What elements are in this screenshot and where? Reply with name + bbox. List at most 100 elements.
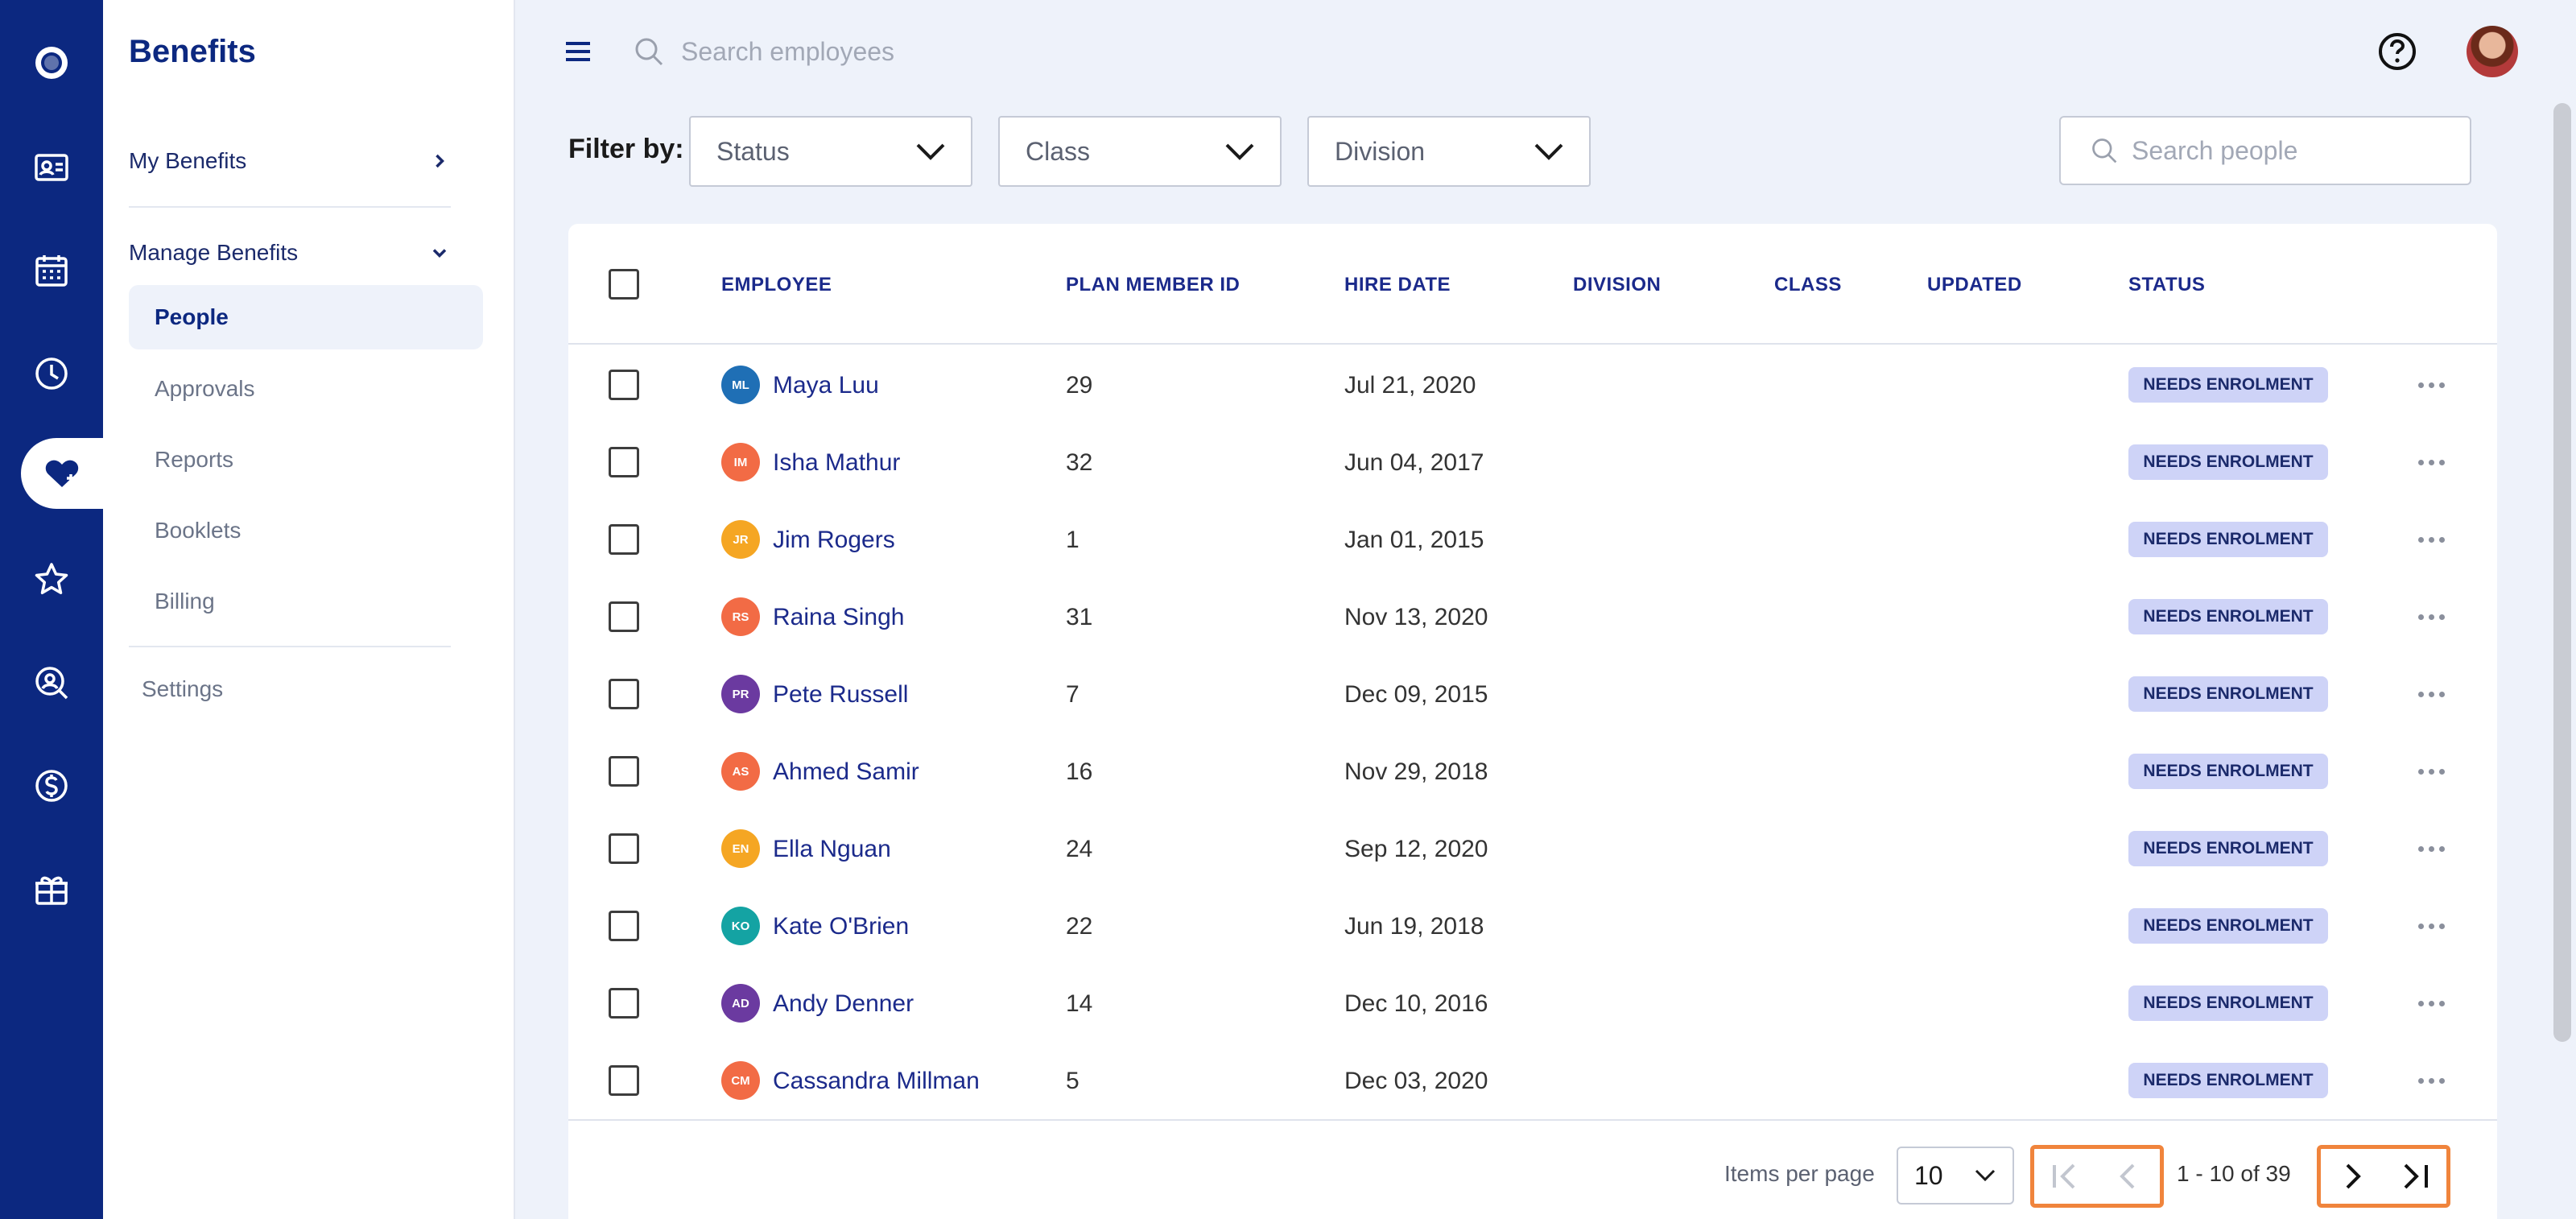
previous-page-button[interactable] — [2106, 1154, 2151, 1199]
sidebar-item-settings[interactable]: Settings — [142, 676, 223, 702]
hire-date: Nov 29, 2018 — [1344, 758, 1488, 785]
plan-member-id: 32 — [1066, 449, 1093, 476]
employee-name-link[interactable]: Andy Denner — [773, 990, 914, 1018]
employee-name-link[interactable]: Ahmed Samir — [773, 758, 919, 786]
table-row[interactable]: KO Kate O'Brien 22 Jun 19, 2018 NEEDS ENROLM… — [568, 887, 2497, 965]
more-options-icon[interactable] — [2409, 680, 2454, 709]
sidebar-item-booklets[interactable]: Booklets — [129, 498, 483, 563]
items-per-page-select[interactable]: 10 — [1897, 1147, 2014, 1205]
more-options-icon[interactable] — [2409, 448, 2454, 477]
items-per-page-label: Items per page — [1724, 1161, 1875, 1186]
more-options-icon[interactable] — [2409, 525, 2454, 554]
employee-name-link[interactable]: Kate O'Brien — [773, 913, 909, 940]
first-page-button[interactable] — [2043, 1154, 2088, 1199]
employee-avatar: KO — [721, 907, 760, 945]
last-page-button[interactable] — [2392, 1154, 2438, 1199]
gift-box-icon[interactable] — [0, 850, 103, 928]
more-options-icon[interactable] — [2409, 1066, 2454, 1095]
column-header-hire-date[interactable]: HIRE DATE — [1344, 274, 1451, 296]
row-checkbox[interactable] — [609, 447, 639, 477]
sidebar-my-benefits[interactable]: My Benefits — [129, 137, 451, 185]
more-options-icon[interactable] — [2409, 602, 2454, 631]
plan-member-id: 29 — [1066, 372, 1093, 399]
row-checkbox[interactable] — [609, 679, 639, 709]
sidebar-item-people[interactable]: People — [129, 285, 483, 349]
row-checkbox[interactable] — [609, 524, 639, 555]
sidebar-item-billing[interactable]: Billing — [129, 569, 483, 634]
status-badge: NEEDS ENROLMENT — [2128, 1063, 2328, 1098]
table-row[interactable]: RS Raina Singh 31 Nov 13, 2020 NEEDS ENROLME… — [568, 578, 2497, 655]
table-row[interactable]: AS Ahmed Samir 16 Nov 29, 2018 NEEDS ENROLME… — [568, 733, 2497, 810]
people-search — [2059, 116, 2471, 185]
avatar[interactable] — [2467, 26, 2518, 77]
employee-name-link[interactable]: Jim Rogers — [773, 527, 895, 554]
row-checkbox[interactable] — [609, 1065, 639, 1096]
row-checkbox[interactable] — [609, 833, 639, 864]
status-badge: NEEDS ENROLMENT — [2128, 676, 2328, 712]
clock-icon[interactable] — [0, 335, 103, 412]
table-row[interactable]: CM Cassandra Millman 5 Dec 03, 2020 NEEDS EN… — [568, 1042, 2497, 1119]
column-header-class[interactable]: CLASS — [1774, 274, 1842, 296]
employee-name-link[interactable]: Isha Mathur — [773, 449, 900, 477]
table-row[interactable]: EN Ella Nguan 24 Sep 12, 2020 NEEDS ENROLMEN… — [568, 810, 2497, 887]
row-checkbox[interactable] — [609, 756, 639, 787]
chevron-down-icon — [432, 249, 447, 258]
employee-name-link[interactable]: Cassandra Millman — [773, 1068, 980, 1095]
chevron-down-icon — [1534, 143, 1563, 160]
people-search-input[interactable] — [2132, 135, 2470, 166]
menu-icon[interactable] — [555, 32, 601, 71]
status-badge: NEEDS ENROLMENT — [2128, 367, 2328, 403]
more-options-icon[interactable] — [2409, 757, 2454, 786]
column-header-status[interactable]: STATUS — [2128, 274, 2205, 296]
employee-name-link[interactable]: Ella Nguan — [773, 836, 891, 863]
sidebar-item-approvals[interactable]: Approvals — [129, 357, 483, 421]
table-row[interactable]: JR Jim Rogers 1 Jan 01, 2015 NEEDS ENROLMENT — [568, 501, 2497, 578]
class-filter-dropdown[interactable]: Class — [998, 116, 1282, 187]
row-checkbox[interactable] — [609, 370, 639, 400]
employee-name-link[interactable]: Maya Luu — [773, 372, 879, 399]
person-search-icon[interactable] — [0, 644, 103, 721]
more-options-icon[interactable] — [2409, 911, 2454, 940]
last-page-icon — [2404, 1163, 2428, 1189]
status-filter-dropdown[interactable]: Status — [689, 116, 972, 187]
employee-avatar: IM — [721, 443, 760, 481]
help-icon[interactable] — [2375, 29, 2420, 74]
table-row[interactable]: PR Pete Russell 7 Dec 09, 2015 NEEDS ENROLME… — [568, 655, 2497, 733]
plan-member-id: 24 — [1066, 836, 1093, 862]
page-scrollbar[interactable] — [2553, 103, 2571, 1042]
heart-icon[interactable] — [21, 438, 103, 509]
row-checkbox[interactable] — [609, 601, 639, 632]
table-row[interactable]: AD Andy Denner 14 Dec 10, 2016 NEEDS ENROLME… — [568, 965, 2497, 1042]
select-all-checkbox[interactable] — [609, 269, 639, 300]
row-checkbox[interactable] — [609, 988, 639, 1019]
hire-date: Nov 13, 2020 — [1344, 604, 1488, 630]
star-icon[interactable] — [0, 541, 103, 618]
calendar-icon[interactable] — [0, 232, 103, 309]
more-options-icon[interactable] — [2409, 989, 2454, 1018]
logo-circle-icon[interactable] — [0, 24, 103, 101]
employee-avatar: JR — [721, 520, 760, 559]
plan-member-id: 7 — [1066, 681, 1080, 708]
table-row[interactable]: ML Maya Luu 29 Jul 21, 2020 NEEDS ENROLMENT — [568, 346, 2497, 424]
column-header-updated[interactable]: UPDATED — [1927, 274, 2022, 296]
employee-search-input[interactable] — [681, 36, 1164, 67]
status-badge: NEEDS ENROLMENT — [2128, 522, 2328, 557]
next-page-button[interactable] — [2330, 1154, 2375, 1199]
sidebar-title: Benefits — [129, 34, 256, 69]
row-checkbox[interactable] — [609, 911, 639, 941]
division-filter-dropdown[interactable]: Division — [1307, 116, 1591, 187]
id-card-icon[interactable] — [0, 129, 103, 206]
column-header-employee[interactable]: EMPLOYEE — [721, 274, 832, 296]
table-row[interactable]: IM Isha Mathur 32 Jun 04, 2017 NEEDS ENROLME… — [568, 424, 2497, 501]
plan-member-id: 1 — [1066, 527, 1080, 553]
dollar-icon[interactable] — [0, 747, 103, 824]
employee-name-link[interactable]: Pete Russell — [773, 681, 908, 709]
column-header-plan-member-id[interactable]: PLAN MEMBER ID — [1066, 274, 1240, 296]
more-options-icon[interactable] — [2409, 370, 2454, 399]
more-options-icon[interactable] — [2409, 834, 2454, 863]
employee-name-link[interactable]: Raina Singh — [773, 604, 904, 631]
sidebar-item-reports[interactable]: Reports — [129, 428, 483, 492]
employee-avatar: AD — [721, 984, 760, 1023]
sidebar-manage-benefits[interactable]: Manage Benefits — [129, 229, 451, 277]
column-header-division[interactable]: DIVISION — [1573, 274, 1661, 296]
